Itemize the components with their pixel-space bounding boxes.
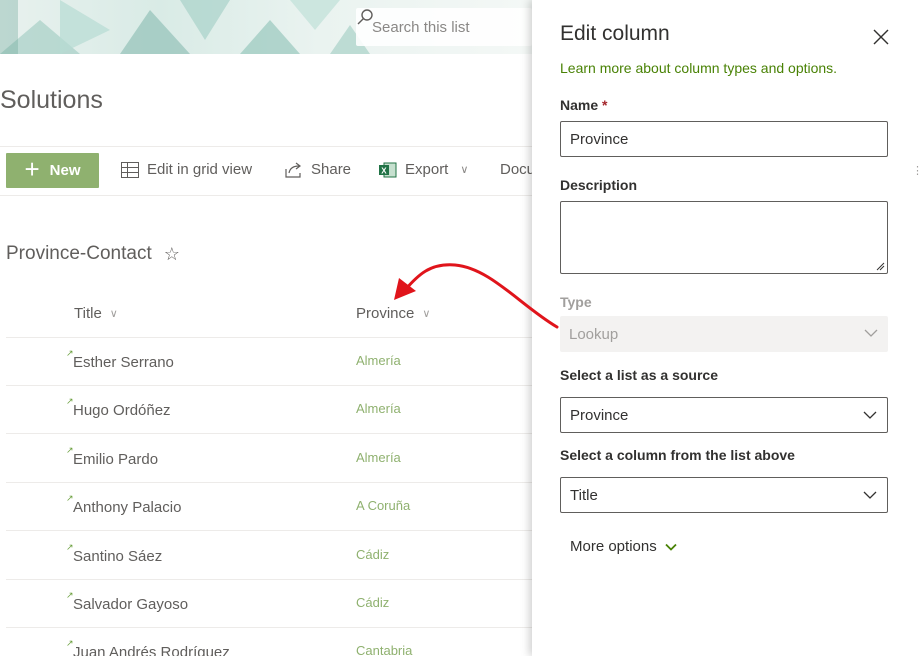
name-label: Name * bbox=[560, 97, 607, 113]
source-column-label: Select a column from the list above bbox=[560, 447, 795, 463]
table-row[interactable]: ↗ Santino Sáez Cádiz bbox=[6, 532, 532, 580]
close-icon[interactable] bbox=[870, 26, 892, 48]
column-header-title[interactable]: Title ∨ bbox=[74, 305, 118, 322]
description-label: Description bbox=[560, 177, 638, 193]
type-value: Lookup bbox=[569, 325, 619, 343]
type-label: Type bbox=[560, 294, 592, 310]
more-options-button[interactable]: More options bbox=[570, 538, 677, 555]
search-box[interactable]: Search this list bbox=[356, 8, 532, 46]
share-icon bbox=[285, 162, 301, 178]
site-title: Solutions bbox=[0, 86, 103, 114]
plus-icon: + bbox=[24, 154, 40, 184]
svg-text:X: X bbox=[381, 166, 387, 175]
row-title[interactable]: Esther Serrano bbox=[73, 354, 174, 371]
share-label: Share bbox=[311, 161, 352, 178]
row-province[interactable]: Almería bbox=[356, 353, 401, 368]
edit-grid-button[interactable]: Edit in grid view bbox=[121, 161, 252, 178]
row-title[interactable]: Hugo Ordóñez bbox=[73, 402, 171, 419]
search-icon bbox=[357, 9, 373, 25]
learn-more-link[interactable]: Learn more about column types and option… bbox=[560, 60, 837, 76]
name-field[interactable] bbox=[560, 121, 888, 157]
row-province[interactable]: Almería bbox=[356, 450, 401, 465]
export-button[interactable]: X Export ∨ bbox=[379, 161, 468, 178]
resize-grip-icon[interactable] bbox=[875, 261, 885, 271]
column-header-title-label: Title bbox=[74, 305, 102, 322]
documents-label: Docu bbox=[500, 161, 536, 178]
edit-column-panel: Edit column Learn more about column type… bbox=[532, 0, 924, 656]
row-province[interactable]: A Coruña bbox=[356, 498, 410, 513]
share-button[interactable]: Share bbox=[285, 161, 351, 178]
table-row[interactable]: ↗ Juan Andrés Rodríguez Cantabria bbox=[6, 628, 532, 656]
chevron-down-icon: ∨ bbox=[422, 308, 431, 320]
command-bar: + New Edit in grid view Share X Export ∨… bbox=[0, 146, 535, 196]
new-button-label: New bbox=[49, 162, 81, 179]
new-button[interactable]: + New bbox=[6, 153, 99, 188]
source-column-dropdown[interactable]: Title bbox=[560, 477, 888, 513]
required-mark: * bbox=[602, 97, 608, 113]
table-row[interactable]: ↗ Anthony Palacio A Coruña bbox=[6, 483, 532, 531]
view-title: Province-Contact ☆ bbox=[6, 243, 180, 265]
chevron-down-icon bbox=[863, 491, 877, 499]
export-label: Export bbox=[405, 161, 449, 178]
row-title[interactable]: Salvador Gayoso bbox=[73, 596, 188, 613]
table-row[interactable]: ↗ Esther Serrano Almería bbox=[6, 338, 532, 386]
site-banner: Search this list bbox=[0, 0, 532, 54]
name-label-text: Name bbox=[560, 97, 599, 113]
row-title[interactable]: Juan Andrés Rodríguez bbox=[73, 644, 230, 656]
chevron-down-icon: ∨ bbox=[460, 164, 469, 176]
table-row[interactable]: ↗ Hugo Ordóñez Almería bbox=[6, 386, 532, 434]
overflow-icon: ⋮ bbox=[912, 165, 923, 177]
row-province[interactable]: Cantabria bbox=[356, 643, 412, 656]
chevron-down-icon bbox=[864, 329, 878, 337]
row-province[interactable]: Cádiz bbox=[356, 547, 389, 562]
description-field[interactable] bbox=[560, 201, 888, 274]
edit-grid-label: Edit in grid view bbox=[147, 161, 253, 178]
source-list-value: Province bbox=[570, 406, 629, 424]
more-options-label: More options bbox=[570, 538, 657, 555]
chevron-down-icon bbox=[863, 411, 877, 419]
star-icon[interactable]: ☆ bbox=[164, 244, 180, 265]
search-placeholder: Search this list bbox=[372, 18, 470, 36]
table-row[interactable]: ↗ Emilio Pardo Almería bbox=[6, 435, 532, 483]
row-title[interactable]: Emilio Pardo bbox=[73, 451, 158, 468]
chevron-down-icon: ∨ bbox=[109, 308, 118, 320]
row-province[interactable]: Cádiz bbox=[356, 595, 389, 610]
row-title[interactable]: Santino Sáez bbox=[73, 548, 162, 565]
type-dropdown: Lookup bbox=[560, 316, 888, 352]
chevron-down-icon bbox=[665, 543, 677, 551]
documents-button[interactable]: Docu bbox=[500, 161, 535, 178]
source-list-label: Select a list as a source bbox=[560, 367, 718, 383]
row-title[interactable]: Anthony Palacio bbox=[73, 499, 181, 516]
panel-title: Edit column bbox=[560, 22, 670, 45]
source-column-value: Title bbox=[570, 486, 598, 504]
source-list-dropdown[interactable]: Province bbox=[560, 397, 888, 433]
grid-icon bbox=[121, 161, 139, 178]
column-header-province-label: Province bbox=[356, 305, 415, 322]
view-title-text: Province-Contact bbox=[6, 243, 152, 264]
excel-icon: X bbox=[379, 162, 397, 177]
column-header-province[interactable]: Province ∨ bbox=[356, 305, 430, 322]
table-row[interactable]: ↗ Salvador Gayoso Cádiz bbox=[6, 580, 532, 628]
row-province[interactable]: Almería bbox=[356, 401, 401, 416]
